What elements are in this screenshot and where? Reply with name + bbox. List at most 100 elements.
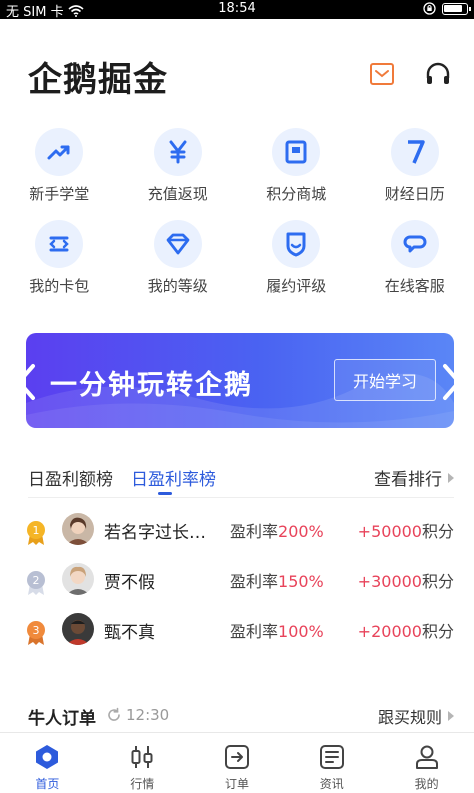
grid-label: 财经日历 (384, 185, 445, 203)
status-bar: 无 SIM 卡 18:54 (0, 0, 474, 20)
promo-banner[interactable]: 一分钟玩转企鹅 开始学习 (26, 333, 454, 428)
grid-item-recharge-cashback[interactable]: 充值返现 (119, 128, 238, 220)
start-learning-button[interactable]: 开始学习 (334, 359, 436, 401)
profile-icon (415, 745, 438, 769)
refresh-icon (108, 707, 120, 721)
orders-refresh[interactable]: 12:30 (106, 706, 169, 724)
nav-label: 行情 (130, 777, 155, 791)
points-unit: 积分 (421, 522, 454, 541)
rate-label: 盈利率 (230, 522, 279, 541)
medal-rank: 3 (33, 624, 40, 637)
medal-rank: 2 (33, 574, 40, 587)
calendar-7-icon (407, 140, 425, 164)
tab-daily-profit-amount[interactable]: 日盈利额榜 (28, 465, 113, 490)
points: +50000积分 (358, 518, 454, 542)
grid-label: 积分商城 (266, 185, 327, 203)
follow-rules-link[interactable]: 跟买规则 (378, 704, 454, 728)
nav-label: 我的 (414, 777, 439, 791)
medal-icon: 3 (27, 621, 45, 645)
orders-title: 牛人订单 (28, 709, 96, 729)
grid-item-performance-rating[interactable]: 履约评级 (237, 220, 356, 312)
card-icon (49, 236, 70, 252)
profit-rate: 盈利率150% (230, 568, 324, 592)
nav-label: 订单 (224, 777, 249, 791)
store-icon (285, 140, 307, 164)
grid-item-points-mall[interactable]: 积分商城 (237, 128, 356, 220)
avatar[interactable] (62, 563, 94, 595)
ranking-row[interactable]: 1 若名字过长… 盈利率200% +50000积分 (0, 513, 474, 563)
nav-market[interactable]: 行情 (95, 733, 190, 793)
battery-icon (442, 2, 471, 15)
trend-up-icon (47, 145, 70, 160)
ranking-tabs: 日盈利额榜 日盈利率榜 (28, 465, 216, 490)
grid-item-my-level[interactable]: 我的等级 (119, 220, 238, 312)
profit-rate: 盈利率200% (230, 518, 324, 542)
ranking-row[interactable]: 2 贾不假 盈利率150% +30000积分 (0, 563, 474, 613)
grid-label: 履约评级 (266, 277, 327, 295)
user-name: 贾不假 (104, 573, 155, 593)
avatar[interactable] (62, 613, 94, 645)
shield-icon (286, 232, 306, 257)
banner-title: 一分钟玩转企鹅 (50, 370, 253, 401)
status-time: 18:54 (218, 1, 256, 16)
headset-icon[interactable] (424, 60, 452, 88)
grid-label: 我的等级 (147, 277, 208, 295)
candlestick-icon (131, 746, 153, 768)
diamond-icon (166, 233, 190, 255)
view-ranking-label: 查看排行 (374, 470, 442, 490)
divider (28, 497, 454, 498)
avatar[interactable] (62, 513, 94, 545)
rate-value: 200% (278, 522, 324, 541)
medal-rank: 1 (33, 524, 40, 537)
grid-label: 我的卡包 (29, 277, 90, 295)
grid-item-novice-school[interactable]: 新手学堂 (0, 128, 119, 220)
chat-icon (403, 235, 427, 253)
rate-value: 150% (278, 572, 324, 591)
points-value: +30000 (357, 572, 422, 591)
grid-label: 充值返现 (147, 185, 208, 203)
points-value: +50000 (357, 522, 422, 541)
nav-label: 首页 (35, 777, 60, 791)
active-tab-indicator (158, 492, 172, 495)
nav-label: 资讯 (319, 777, 344, 791)
user-name: 若名字过长… (104, 523, 206, 543)
rate-label: 盈利率 (230, 572, 279, 591)
home-icon (36, 745, 59, 769)
news-icon (319, 745, 344, 769)
view-ranking-link[interactable]: 查看排行 (374, 465, 454, 490)
envelope-icon[interactable] (368, 60, 396, 88)
nav-profile[interactable]: 我的 (379, 733, 474, 793)
orders-time-label: 12:30 (126, 706, 170, 724)
medal-icon: 2 (27, 571, 45, 595)
ranking-row[interactable]: 3 甄不真 盈利率100% +20000积分 (0, 613, 474, 663)
nav-home[interactable]: 首页 (0, 733, 95, 793)
triangle-right-icon (448, 472, 454, 483)
nav-news[interactable]: 资讯 (284, 733, 379, 793)
chevron-left-icon[interactable] (14, 362, 38, 402)
grid-item-finance-calendar[interactable]: 财经日历 (356, 128, 474, 220)
grid-label: 在线客服 (384, 277, 445, 295)
triangle-right-icon (448, 711, 454, 721)
points-unit: 积分 (421, 622, 454, 641)
medal-icon: 1 (27, 521, 45, 545)
points: +30000积分 (358, 568, 454, 592)
grid-item-online-support[interactable]: 在线客服 (356, 220, 474, 312)
grid-label: 新手学堂 (29, 185, 90, 203)
follow-rules-label: 跟买规则 (377, 708, 442, 727)
user-name: 甄不真 (104, 623, 155, 643)
points: +20000积分 (358, 618, 454, 642)
nav-orders[interactable]: 订单 (190, 733, 285, 793)
points-unit: 积分 (421, 572, 454, 591)
feature-grid: 新手学堂 充值返现 积分商城 财经日历 我的卡包 我的等级 履约评级 在线客服 (0, 128, 474, 312)
bottom-nav: 首页 行情 订单 资讯 我的 (0, 732, 474, 793)
points-value: +20000 (357, 622, 422, 641)
rate-label: 盈利率 (230, 622, 279, 641)
rate-value: 100% (278, 622, 324, 641)
tab-daily-profit-rate[interactable]: 日盈利率榜 (131, 465, 216, 490)
grid-item-my-cards[interactable]: 我的卡包 (0, 220, 119, 312)
profit-rate: 盈利率100% (230, 618, 324, 642)
page-title: 企鹅掘金 (28, 60, 168, 100)
chevron-right-icon[interactable] (440, 362, 464, 402)
rotation-lock-icon (423, 2, 436, 15)
order-icon (224, 745, 249, 769)
